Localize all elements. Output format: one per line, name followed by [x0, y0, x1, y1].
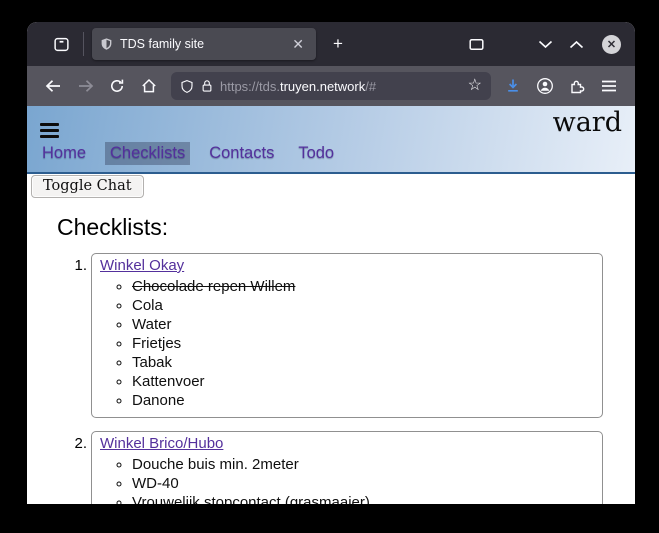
url-text[interactable]: https://tds.truyen.network/# [220, 79, 461, 94]
checklist-title-link[interactable]: Winkel Okay [100, 257, 184, 274]
checklists-container: 1.Winkel OkayChocolade repen WillemColaW… [27, 253, 635, 504]
page-heading: Checklists: [57, 214, 635, 241]
desktop-background: { "browser": { "tab_title": "TDS family … [0, 0, 659, 533]
new-tab-button[interactable]: + [324, 30, 352, 58]
checklist-item[interactable]: Water [132, 315, 594, 334]
tab-close-icon[interactable]: ✕ [288, 35, 308, 53]
checklist-item[interactable]: Cola [132, 296, 594, 315]
tab-separator [83, 32, 84, 56]
checklist-number: 1. [67, 253, 87, 418]
checklist-row: 1. Winkel Okay Chocolade repen WillemColaW… [67, 253, 635, 418]
toggle-chat-button[interactable]: Toggle Chat [31, 175, 144, 198]
window-restore-icon[interactable] [469, 38, 484, 51]
browser-toolbar: https://tds.truyen.network/# ☆ [27, 66, 635, 106]
reload-icon[interactable] [101, 71, 133, 101]
browser-window: TDS family site ✕ + ✕ [27, 22, 635, 504]
checklist-item[interactable]: Chocolade repen Willem [132, 277, 594, 296]
close-window-icon[interactable]: ✕ [602, 35, 621, 54]
tab-title: TDS family site [120, 37, 281, 51]
checklist-box: Winkel Okay Chocolade repen WillemColaWat… [91, 253, 603, 418]
checklist-item[interactable]: Douche buis min. 2meter [132, 455, 594, 474]
browser-tab-bar: TDS family site ✕ + ✕ [27, 22, 635, 66]
extensions-puzzle-icon[interactable] [561, 71, 593, 101]
checklist-box: Winkel Brico/Hubo Douche buis min. 2meter… [91, 431, 603, 504]
checklist-number: 2. [67, 431, 87, 504]
checklist-items: Chocolade repen WillemColaWaterFrietjesT… [100, 277, 594, 410]
bookmark-star-icon[interactable]: ☆ [468, 78, 482, 94]
url-bar[interactable]: https://tds.truyen.network/# ☆ [171, 72, 491, 100]
site-favicon-shield-icon [100, 37, 113, 51]
checklist-item[interactable]: Danone [132, 391, 594, 410]
page-content: ward Home Checklists Contacts Todo Toggle C… [27, 106, 635, 504]
home-icon[interactable] [133, 71, 165, 101]
checklist-item[interactable]: Vrouwelijk stopcontact (grasmaaier) [132, 493, 594, 504]
url-suffix: /# [365, 79, 376, 94]
checklist-title-link[interactable]: Winkel Brico/Hubo [100, 435, 223, 452]
window-controls: ✕ [469, 35, 621, 54]
active-tab[interactable]: TDS family site ✕ [92, 28, 316, 60]
menu-hamburger-icon[interactable] [593, 71, 625, 101]
checklist-row: 2. Winkel Brico/Hubo Douche buis min. 2met… [67, 431, 635, 504]
nav-link-checklists[interactable]: Checklists [105, 142, 190, 165]
url-prefix: https://tds. [220, 79, 280, 94]
downloads-icon[interactable] [497, 71, 529, 101]
minimize-chevron-down-icon[interactable] [530, 40, 561, 49]
checklist-item[interactable]: Kattenvoer [132, 372, 594, 391]
padlock-icon[interactable] [201, 79, 213, 93]
nav-link-home[interactable]: Home [37, 142, 91, 165]
tracking-shield-icon[interactable] [180, 79, 194, 94]
checklist-item[interactable]: WD-40 [132, 474, 594, 493]
back-icon[interactable] [37, 71, 69, 101]
firefox-view-icon[interactable] [47, 30, 75, 58]
maximize-chevron-up-icon[interactable] [561, 40, 592, 49]
site-nav: Home Checklists Contacts Todo [37, 142, 339, 165]
site-title: ward [553, 107, 622, 138]
checklist-items: Douche buis min. 2meterWD-40Vrouwelijk s… [100, 455, 594, 504]
account-profile-icon[interactable] [529, 71, 561, 101]
nav-link-contacts[interactable]: Contacts [204, 142, 279, 165]
url-domain: truyen.network [280, 79, 365, 94]
forward-icon[interactable] [69, 71, 101, 101]
site-header: ward Home Checklists Contacts Todo [27, 106, 635, 174]
checklist-item[interactable]: Frietjes [132, 334, 594, 353]
checklist-item[interactable]: Tabak [132, 353, 594, 372]
site-menu-hamburger-icon[interactable] [40, 123, 59, 141]
nav-link-todo[interactable]: Todo [293, 142, 339, 165]
